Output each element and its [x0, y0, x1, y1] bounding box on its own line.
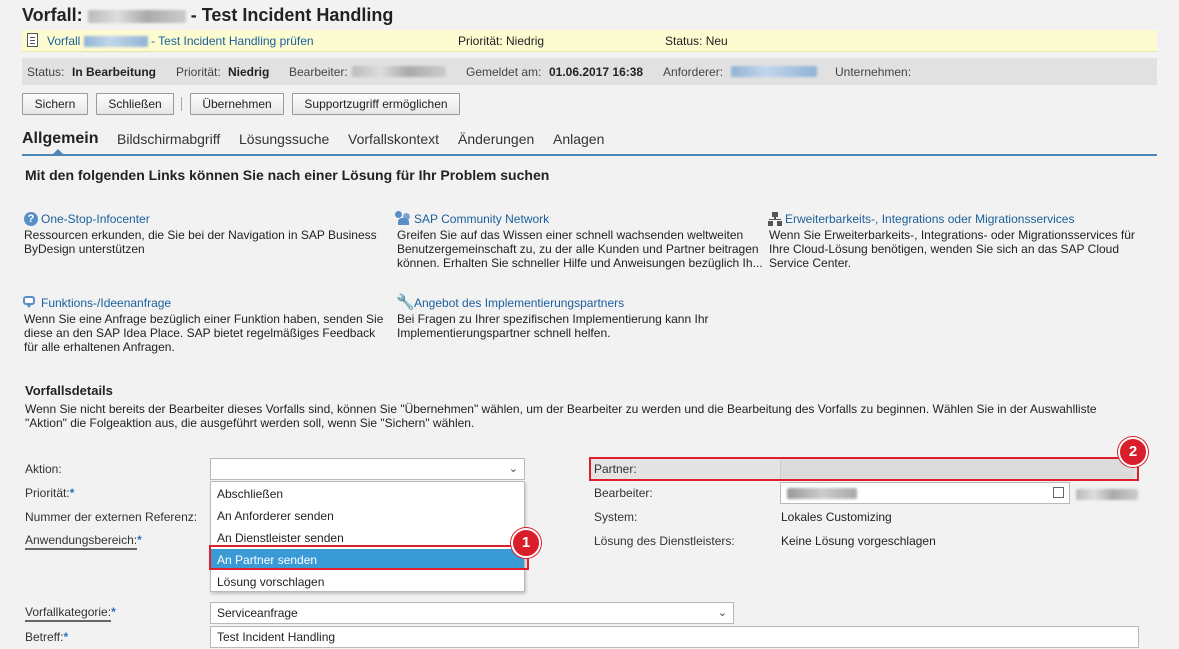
hierarchy-icon — [768, 212, 782, 226]
tab-loesungssuche[interactable]: Lösungssuche — [239, 131, 329, 147]
page-title: Vorfall: - Test Incident Handling — [22, 5, 394, 25]
subject-input[interactable]: Test Incident Handling — [210, 626, 1139, 648]
link-implementation-partner[interactable]: Angebot des Implementierungspartners — [414, 296, 624, 310]
reported-value: 01.06.2017 16:38 — [549, 65, 644, 79]
incident-category-label: Vorfallkategorie:* — [25, 605, 116, 622]
link-feature-request[interactable]: Funktions-/Ideenanfrage — [41, 296, 171, 310]
link-description: Ressourcen erkunden, die Sie bei der Nav… — [24, 228, 377, 256]
community-icon — [395, 211, 412, 226]
status-value: In Bearbeitung — [72, 65, 157, 79]
task-icon — [27, 33, 38, 47]
link-sap-community-network[interactable]: SAP Community Network — [414, 212, 549, 226]
link-description: Wenn Sie Erweiterbarkeits-, Integrations… — [769, 228, 1135, 270]
callout-badge-1: 1 — [511, 528, 541, 558]
application-area-label: Anwendungsbereich:* — [25, 533, 142, 550]
callout-box-1 — [209, 545, 529, 570]
status-label: Status: — [27, 65, 65, 79]
links-heading: Mit den folgenden Links können Sie nach … — [25, 167, 550, 183]
redacted-id — [87, 9, 186, 23]
take-over-button[interactable]: Übernehmen — [190, 93, 284, 115]
chevron-down-icon: ⌄ — [508, 463, 518, 475]
task-banner: Vorfall - Test Incident Handling prüfen … — [22, 30, 1157, 52]
option-send-to-provider[interactable]: An Dienstleister senden — [217, 531, 344, 545]
option-propose-solution[interactable]: Lösung vorschlagen — [217, 575, 324, 589]
priority-label: Priorität: — [176, 65, 221, 79]
editor-input[interactable] — [780, 482, 1070, 504]
info-bar: Status: In Bearbeitung Priorität: Niedri… — [22, 58, 1157, 85]
wrench-icon: 🔧 — [396, 294, 415, 311]
link-description: Wenn Sie eine Anfrage bezüglich einer Fu… — [24, 312, 384, 354]
link-description: Greifen Sie auf das Wissen einer schnell… — [397, 228, 763, 270]
company-label: Unternehmen: — [835, 65, 912, 79]
tab-allgemein[interactable]: Allgemein — [22, 130, 98, 148]
save-button[interactable]: Sichern — [22, 93, 88, 115]
subject-label: Betreff:* — [25, 630, 69, 644]
provider-solution-label: Lösung des Dienstleisters: — [594, 534, 735, 548]
priority-value: Niedrig — [228, 65, 270, 79]
link-extensibility-services[interactable]: Erweiterbarkeits-, Integrations oder Mig… — [785, 212, 1074, 226]
option-complete[interactable]: Abschließen — [217, 487, 283, 501]
banner-status: Status: Neu — [665, 34, 728, 48]
requester-value[interactable] — [731, 66, 817, 77]
chevron-down-icon: ⌄ — [717, 607, 727, 619]
close-button[interactable]: Schließen — [96, 93, 174, 115]
action-dropdown-list: Abschließen An Anforderer senden An Dien… — [210, 481, 525, 592]
action-label: Aktion: — [25, 462, 62, 476]
callout-badge-2: 2 — [1118, 437, 1148, 467]
external-reference-label: Nummer der externen Referenz: — [25, 510, 198, 524]
banner-priority: Priorität: Niedrig — [458, 34, 545, 48]
tab-aenderungen[interactable]: Änderungen — [458, 131, 534, 147]
details-heading: Vorfallsdetails — [25, 383, 113, 398]
reported-label: Gemeldet am: — [466, 65, 542, 79]
system-label: System: — [594, 510, 638, 524]
editor-name-display — [1076, 489, 1138, 500]
tab-vorfallskontext[interactable]: Vorfallskontext — [348, 131, 439, 147]
editor-value — [352, 66, 446, 77]
tab-bildschirmabgriff[interactable]: Bildschirmabgriff — [117, 131, 220, 147]
tab-underline — [22, 154, 1157, 156]
link-one-stop-infocenter[interactable]: One-Stop-Infocenter — [41, 212, 150, 226]
editor-field-label: Bearbeiter: — [594, 486, 653, 500]
task-link[interactable]: Vorfall - Test Incident Handling prüfen — [47, 34, 314, 48]
help-icon: ? — [24, 212, 38, 226]
provider-solution-value: Keine Lösung vorgeschlagen — [781, 534, 936, 548]
link-description: Bei Fragen zu Ihrer spezifischen Impleme… — [397, 312, 709, 340]
priority-field-label: Priorität:* — [25, 486, 75, 500]
incident-category-select[interactable]: Serviceanfrage ⌄ — [210, 602, 734, 624]
value-help-icon[interactable] — [1053, 487, 1064, 498]
tab-anlagen[interactable]: Anlagen — [553, 131, 604, 147]
active-tab-marker — [53, 149, 63, 154]
callout-box-2 — [589, 457, 1139, 481]
support-access-button[interactable]: Supportzugriff ermöglichen — [292, 93, 460, 115]
toolbar-separator — [181, 97, 182, 111]
action-select[interactable]: ⌄ — [210, 458, 525, 480]
option-send-to-requester[interactable]: An Anforderer senden — [217, 509, 334, 523]
details-intro: Wenn Sie nicht bereits der Bearbeiter di… — [25, 402, 1097, 430]
idea-icon — [23, 296, 39, 310]
system-value: Lokales Customizing — [781, 510, 892, 524]
editor-label: Bearbeiter: — [289, 65, 348, 79]
requester-label: Anforderer: — [663, 65, 724, 79]
